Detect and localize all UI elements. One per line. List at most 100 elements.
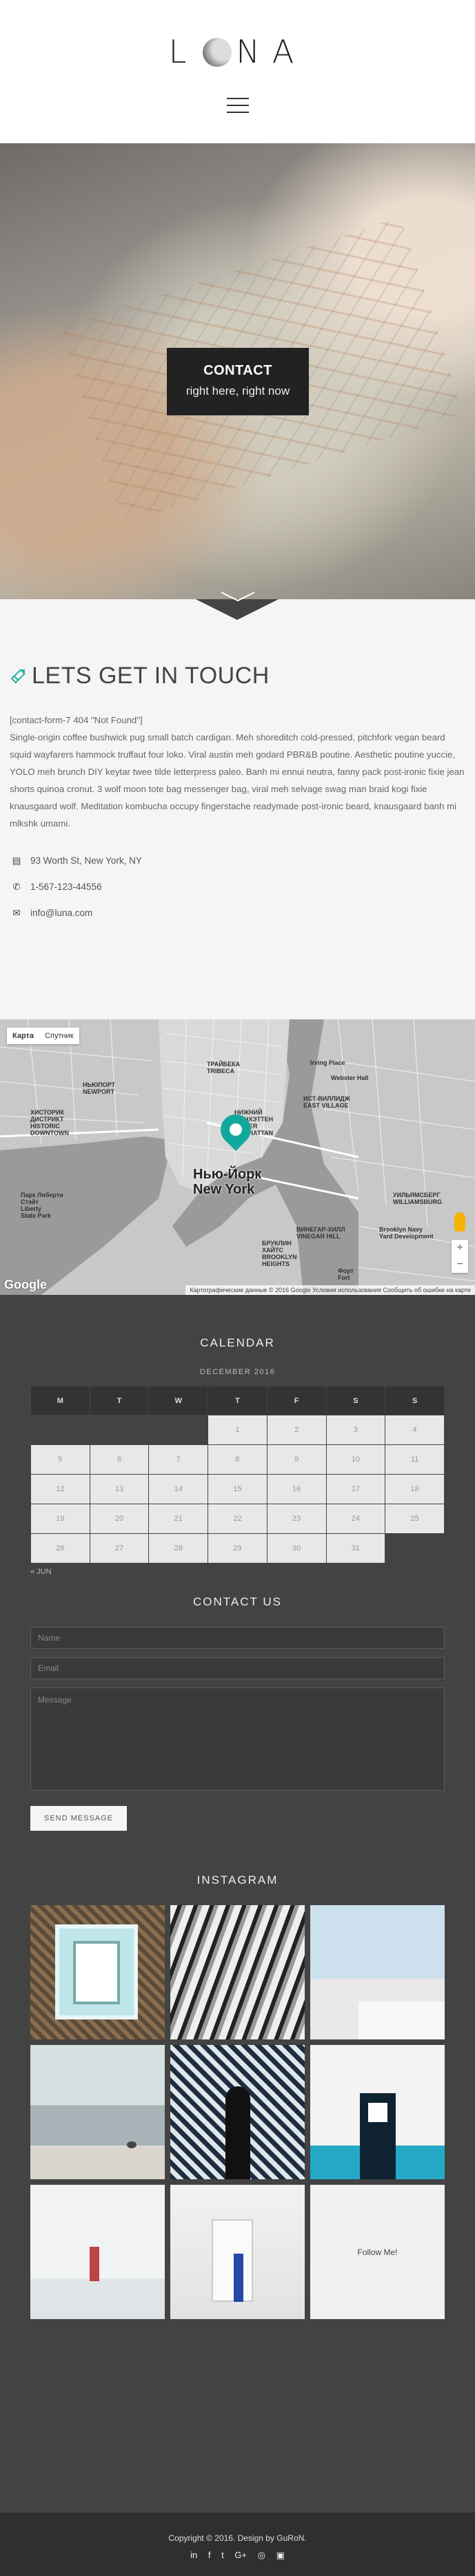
calendar-prev-link[interactable]: « JUN <box>30 1568 475 1576</box>
calendar-day: 23 <box>266 1504 327 1534</box>
street-view-pegman-icon[interactable] <box>454 1212 465 1232</box>
linkedin-icon[interactable]: in <box>190 2550 197 2560</box>
map-label-east-village: ИСТ-ВИЛЛИДЖ EAST VILLAGE <box>303 1095 350 1109</box>
contact-info-section: LETS GET IN TOUCH [contact-form-7 404 "N… <box>0 599 475 1019</box>
moon-icon <box>203 38 232 67</box>
dribbble-icon[interactable]: ◎ <box>258 2550 265 2561</box>
form-error-line: [contact-form-7 404 "Not Found"] <box>10 715 143 725</box>
social-links: in f t G+ ◎ ▣ <box>0 2550 475 2561</box>
calendar-day: 7 <box>148 1444 209 1475</box>
instagram-photo-building[interactable] <box>310 1905 445 2039</box>
hero-title-box: CONTACT right here, right now <box>167 348 309 415</box>
calendar-day: 12 <box>30 1474 90 1504</box>
map-label-newport: НЬЮПОРТ NEWPORT <box>83 1081 116 1095</box>
map-label-fort: Форт Fort <box>338 1267 354 1281</box>
site-footer: Copyright © 2016. Design by GuRoN. in f … <box>0 2513 475 2576</box>
map-type-satellite[interactable]: Спутник <box>39 1028 79 1044</box>
building-icon: ▤ <box>12 855 21 866</box>
instagram-follow-tile[interactable]: Follow Me! <box>310 2185 445 2319</box>
map-type-toggle[interactable]: Карта Спутник <box>7 1028 79 1044</box>
instagram-heading: INSTAGRAM <box>196 1873 279 1887</box>
page: L NA CONTACT right here, right now LETS G… <box>0 0 475 2576</box>
instagram-photo-sea-bird[interactable] <box>30 2045 165 2179</box>
google-logo: Google <box>4 1278 47 1291</box>
calendar-day: 4 <box>385 1415 445 1445</box>
calendar-day: 3 <box>325 1415 386 1445</box>
google-map[interactable]: Карта Спутник НЬЮПОРТ NEWPORT ХИСТОРИК Д… <box>0 1019 475 1295</box>
calendar-weekday: S <box>385 1386 445 1415</box>
instagram-photo-window[interactable] <box>30 1905 165 2039</box>
hero-subtitle: right here, right now <box>185 384 290 397</box>
calendar-day: 30 <box>266 1533 327 1564</box>
calendar-day: 8 <box>208 1444 267 1475</box>
email-row[interactable]: ✉ info@luna.com <box>10 906 465 933</box>
calendar-day: 28 <box>148 1533 209 1564</box>
calendar-day: 16 <box>266 1474 327 1504</box>
calendar-week-row: 26 27 28 29 30 31 <box>30 1533 445 1564</box>
site-logo[interactable]: L NA <box>0 33 475 70</box>
site-header: L NA <box>0 0 475 143</box>
copyright-text: Copyright © 2016. Design by GuRoN. <box>168 2533 307 2543</box>
twitter-icon[interactable]: t <box>221 2550 224 2560</box>
calendar-empty-day <box>148 1415 209 1445</box>
calendar-empty-day <box>89 1415 150 1445</box>
instagram-photo-tiles[interactable] <box>170 2045 305 2179</box>
widget-area: CALENDAR DECEMBER 2016 MTWTFSS 123456789… <box>0 1295 475 2513</box>
calendar-day: 1 <box>208 1415 267 1445</box>
map-label-historic: ХИСТОРИК ДИСТРИКТ HISTORIC DOWNTOWN <box>30 1109 69 1136</box>
about-paragraph: Single-origin coffee bushwick pug small … <box>10 732 465 829</box>
map-city-label: Нью-Йорк New York <box>193 1167 262 1197</box>
address-row: ▤ 93 Worth St, New York, NY <box>10 854 465 880</box>
chevron-down-icon[interactable] <box>219 590 257 603</box>
instagram-photo-lighthouse[interactable] <box>30 2185 165 2319</box>
calendar-day: 27 <box>89 1533 150 1564</box>
instagram-grid: Follow Me! <box>30 1905 445 2319</box>
calendar-day: 10 <box>325 1444 386 1475</box>
calendar-day: 21 <box>148 1504 209 1534</box>
calendar-day: 24 <box>325 1504 386 1534</box>
phone-icon: ✆ <box>12 882 21 892</box>
calendar-day: 13 <box>89 1474 150 1504</box>
zoom-out-button[interactable]: − <box>452 1256 468 1273</box>
map-label-vinegar-hill: ВИНЕГАР-ХИЛЛ VINEGAR HILL <box>296 1226 345 1240</box>
calendar-day: 20 <box>89 1504 150 1534</box>
facebook-icon[interactable]: f <box>208 2550 211 2560</box>
calendar-day: 5 <box>30 1444 90 1475</box>
calendar-day: 6 <box>89 1444 150 1475</box>
calendar-weekday: W <box>148 1386 209 1415</box>
calendar-week-row: 5 6 7 8 9 10 11 <box>30 1444 445 1475</box>
map-label-williamsburg: УИЛЬЯМСБЕРГ WILLIAMSBURG <box>393 1192 442 1205</box>
map-label-webster-hall: Webster Hall <box>331 1074 369 1081</box>
calendar-caption: DECEMBER 2016 <box>199 1368 276 1376</box>
map-label-liberty-state: Парк Либерти Стэйт Liberty State Park <box>21 1192 63 1219</box>
calendar-day: 2 <box>266 1415 327 1445</box>
instagram-photo-door[interactable] <box>310 2045 445 2179</box>
contact-details: ▤ 93 Worth St, New York, NY ✆ 1-567-123-44… <box>10 854 465 933</box>
instagram-photo-mirror[interactable] <box>170 2185 305 2319</box>
zoom-in-button[interactable]: + <box>452 1240 468 1256</box>
instagram-photo-stripes[interactable] <box>170 1905 305 2039</box>
google-plus-icon[interactable]: G+ <box>234 2550 247 2560</box>
map-type-map[interactable]: Карта <box>7 1028 39 1044</box>
calendar-weekday: T <box>89 1386 150 1415</box>
map-label-navy-yard: Brooklyn Navy Yard Development <box>379 1226 434 1240</box>
map-zoom-control: + − <box>452 1240 468 1273</box>
calendar-day: 26 <box>30 1533 90 1564</box>
map-attribution[interactable]: Картографические данные © 2016 Google Ус… <box>185 1285 475 1295</box>
send-message-button[interactable]: SEND MESSAGE <box>30 1806 128 1831</box>
about-body: [contact-form-7 404 "Not Found"] Single-… <box>10 711 465 832</box>
calendar-day: 9 <box>266 1444 327 1475</box>
menu-hamburger-icon[interactable] <box>227 98 249 118</box>
calendar-day: 31 <box>325 1533 386 1564</box>
map-label-brooklyn-heights: БРУКЛИН ХАЙТС BROOKLYN HEIGHTS <box>262 1240 297 1267</box>
name-input[interactable] <box>30 1627 445 1649</box>
message-textarea[interactable] <box>30 1687 445 1791</box>
calendar-day: 14 <box>148 1474 209 1504</box>
phone-row: ✆ 1-567-123-44556 <box>10 880 465 906</box>
calendar-day: 11 <box>385 1444 445 1475</box>
calendar-empty-day <box>385 1533 445 1564</box>
section-heading: LETS GET IN TOUCH <box>10 663 465 689</box>
instagram-icon[interactable]: ▣ <box>276 2550 285 2561</box>
email-input[interactable] <box>30 1657 445 1679</box>
map-label-irving-place: Irving Place <box>310 1059 345 1066</box>
